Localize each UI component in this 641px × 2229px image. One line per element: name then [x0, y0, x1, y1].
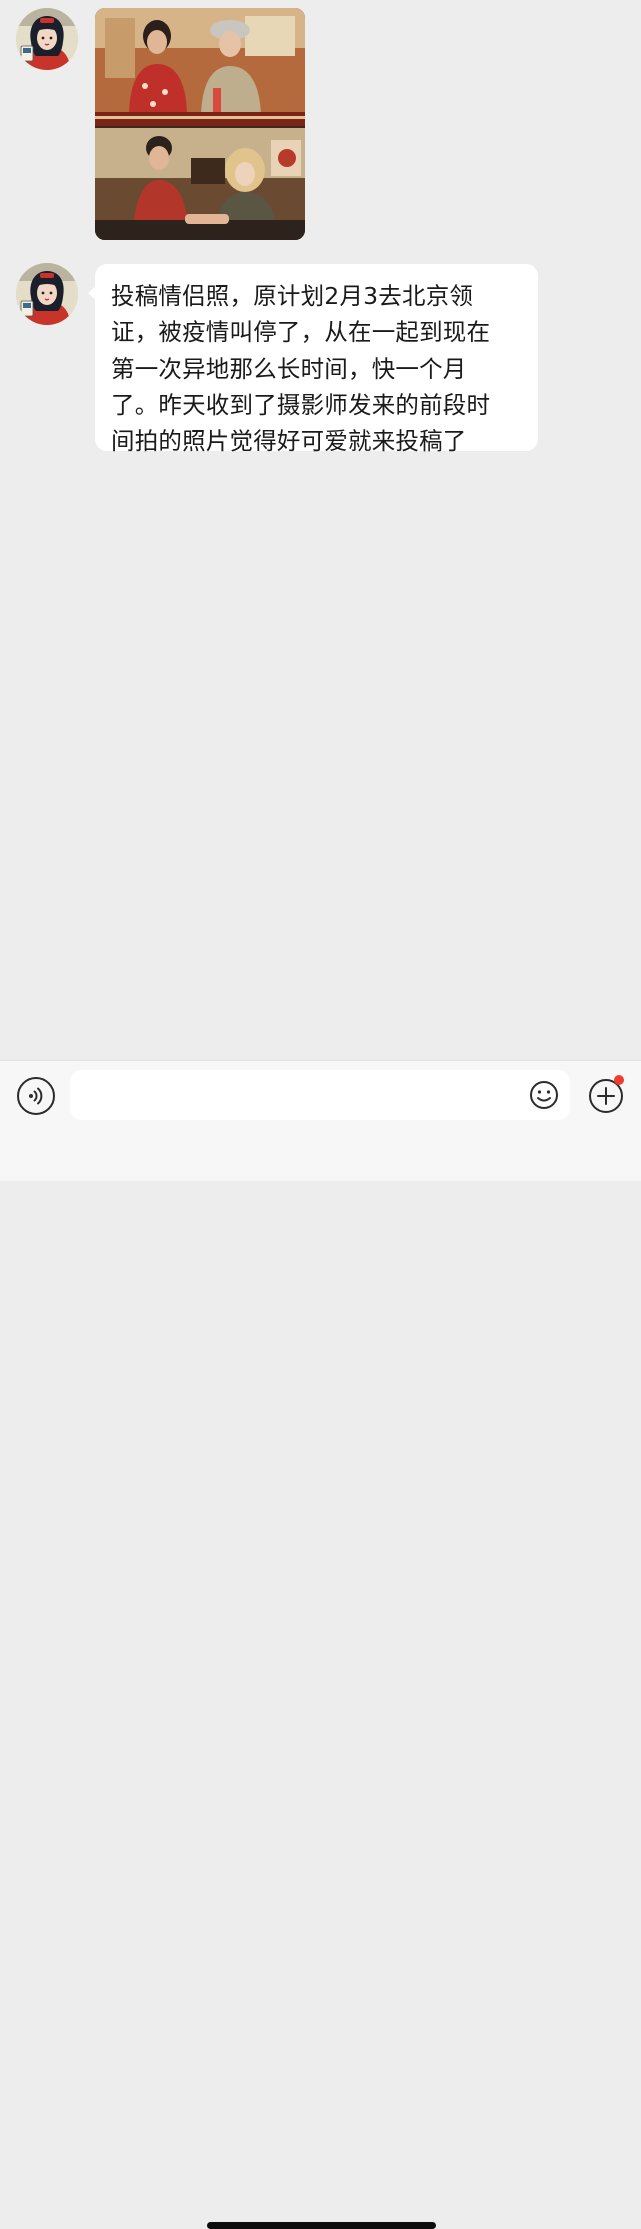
home-indicator[interactable] — [207, 2222, 436, 2229]
voice-button[interactable] — [17, 1077, 55, 1115]
text-message-bubble[interactable]: 投稿情侣照，原计划2月3去北京领 证，被疫情叫停了，从在一起到现在 第一次异地那… — [88, 264, 538, 455]
avatar[interactable] — [16, 8, 78, 70]
message-input[interactable] — [70, 1070, 570, 1120]
couple-photo-image — [95, 8, 305, 240]
avatar-illustration-icon — [16, 263, 78, 325]
emoji-icon[interactable] — [529, 1080, 559, 1110]
voice-icon — [29, 1087, 43, 1105]
notification-dot — [614, 1075, 624, 1085]
image-message[interactable] — [95, 8, 305, 240]
input-bar — [0, 1060, 641, 2229]
chat-area[interactable]: 投稿情侣照，原计划2月3去北京领 证，被疫情叫停了，从在一起到现在 第一次异地那… — [0, 0, 641, 1060]
avatar[interactable] — [16, 263, 78, 325]
avatar-illustration-icon — [16, 8, 78, 70]
